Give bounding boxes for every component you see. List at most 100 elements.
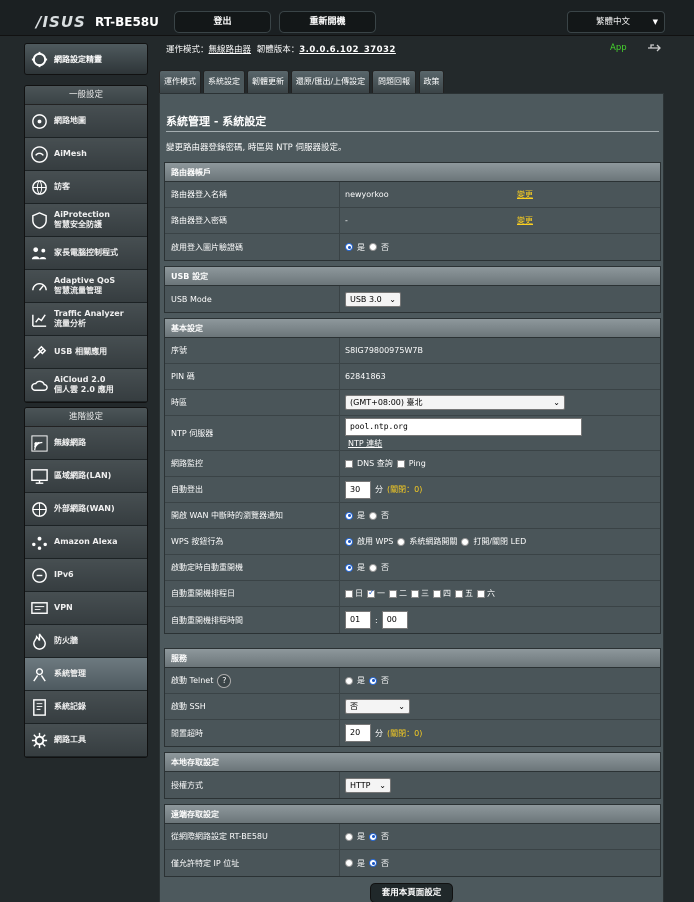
mode-link[interactable]: 無線路由器	[209, 45, 252, 55]
idle-timeout-input[interactable]: 20	[345, 724, 371, 742]
network-map-icon	[30, 112, 49, 131]
day-checkbox-fri[interactable]	[455, 589, 463, 598]
sidebar-item-vpn[interactable]: VPN	[25, 592, 147, 625]
sidebar-item-qos[interactable]: Adaptive QoS 智慧流量管理	[25, 270, 147, 303]
general-menu-heading: 一般設定	[25, 86, 147, 105]
sidebar-item-family[interactable]: 家長電腦控制程式	[25, 237, 147, 270]
captcha-yes-radio[interactable]	[345, 243, 353, 251]
ntp-server-input[interactable]: pool.ntp.org	[345, 417, 582, 436]
sidebar-item-wan[interactable]: 外部網路(WAN)	[25, 493, 147, 526]
ping-checkbox[interactable]	[396, 459, 405, 468]
wan-icon	[30, 500, 49, 519]
day-checkbox-wed[interactable]	[411, 589, 419, 598]
sidebar-item-ipv6[interactable]: IPv6	[25, 559, 147, 592]
captcha-no-radio[interactable]	[369, 243, 377, 251]
tab-operation-mode[interactable]: 運作模式	[159, 70, 201, 93]
reboot-button[interactable]: 重新開機	[279, 11, 376, 33]
label-line-1: 系統記錄	[54, 702, 86, 711]
sidebar-item-lan[interactable]: 區域網路(LAN)	[25, 460, 147, 493]
field-label: 自動登出	[171, 485, 203, 494]
specific-ip-no-radio[interactable]	[369, 859, 377, 867]
reboot-schedule-no-radio[interactable]	[369, 563, 377, 572]
firewall-icon	[30, 632, 49, 651]
sidebar-item-shield[interactable]: AiProtection 智慧安全防護	[25, 204, 147, 237]
ssh-select[interactable]: 否 ⌄	[345, 699, 410, 714]
day-checkbox-sun[interactable]	[345, 589, 353, 598]
day-checkbox-sat[interactable]	[477, 589, 485, 598]
sidebar-item-firewall[interactable]: 防火牆	[25, 625, 147, 658]
wps-enable-radio[interactable]	[345, 537, 353, 546]
telnet-yes-radio[interactable]	[345, 676, 353, 685]
time-separator: :	[375, 615, 378, 625]
day-checkbox-tue[interactable]	[389, 589, 397, 598]
wps-wifi-toggle-radio[interactable]	[397, 537, 406, 546]
tab-policy[interactable]: 政策	[419, 70, 444, 93]
sidebar-item-admin[interactable]: 系統管理	[25, 658, 147, 691]
specific-ip-yes-radio[interactable]	[345, 859, 353, 867]
firmware-link[interactable]: 3.0.0.6.102_37032	[299, 45, 396, 55]
sidebar-item-network-map[interactable]: 網路地圖	[25, 105, 147, 138]
wan-notify-no-radio[interactable]	[369, 511, 377, 520]
router-login-section: 路由器帳戶 路由器登入名稱 newyorkoo 變更 路由器登入密碼 - 變更 啟用…	[164, 162, 661, 261]
tab-feedback[interactable]: 問題回報	[372, 70, 416, 93]
hint-label: (關閉：0)	[387, 485, 423, 494]
change-password-link[interactable]: 變更	[517, 215, 533, 226]
auth-method-select[interactable]: HTTP ⌄	[345, 777, 391, 793]
select-value: USB 3.0	[350, 294, 382, 304]
reboot-time-row: 自動重開機排程時間 01:00	[165, 607, 660, 633]
sidebar-item-alexa[interactable]: Amazon Alexa	[25, 526, 147, 559]
help-icon[interactable]: ?	[217, 673, 232, 688]
day-checkbox-thu[interactable]	[433, 589, 441, 598]
sidebar-item-label: 外部網路(WAN)	[54, 493, 115, 525]
cloud-icon	[30, 376, 49, 395]
wan-access-yes-radio[interactable]	[345, 832, 353, 841]
field-label: 序號	[171, 346, 187, 355]
day-checkbox-mon[interactable]	[367, 588, 375, 598]
dns-query-checkbox[interactable]	[345, 459, 353, 468]
ssh-row: 啟動 SSH 否 ⌄	[165, 694, 660, 720]
app-link[interactable]: App	[610, 43, 627, 53]
usb-icon	[30, 343, 49, 362]
tab-restore[interactable]: 還原/匯出/上傳設定	[291, 70, 370, 93]
reboot-hour-input[interactable]: 01	[345, 611, 371, 629]
reboot-minute-input[interactable]: 00	[381, 611, 408, 629]
radio-label: 系統網路開關	[409, 537, 458, 546]
family-icon	[30, 244, 49, 263]
change-name-link[interactable]: 變更	[517, 189, 533, 200]
timezone-select[interactable]: (GMT+08:00) 臺北 ⌄	[345, 395, 565, 410]
tab-system[interactable]: 系統設定	[203, 70, 245, 93]
day-label: 四	[443, 589, 451, 598]
telnet-no-radio[interactable]	[369, 676, 377, 685]
wan-access-no-radio[interactable]	[369, 832, 377, 841]
reboot-schedule-yes-radio[interactable]	[345, 563, 353, 572]
auto-logout-input[interactable]: 30	[345, 480, 371, 499]
logout-button[interactable]: 登出	[174, 11, 271, 33]
sidebar-item-aimesh[interactable]: AiMesh	[25, 138, 147, 171]
sidebar-item-globe[interactable]: 訪客	[25, 171, 147, 204]
sidebar-item-tools[interactable]: 網路工具	[25, 724, 147, 757]
sidebar-item-wireless[interactable]: 無線網路	[25, 427, 147, 460]
sidebar-item-log[interactable]: 系統記錄	[25, 691, 147, 724]
usb-status-icon[interactable]	[647, 42, 663, 54]
tab-firmware[interactable]: 韌體更新	[247, 70, 289, 93]
label-line-1: 外部網路(WAN)	[54, 504, 115, 513]
sidebar-item-cloud[interactable]: AiCloud 2.0 個人雲 2.0 應用	[25, 369, 147, 402]
wan-notify-yes-radio[interactable]	[345, 511, 353, 520]
radio-label: 啟用 WPS	[357, 537, 394, 546]
radio-label: 是	[357, 858, 365, 868]
wps-led-radio[interactable]	[461, 537, 470, 546]
usb-mode-select[interactable]: USB 3.0 ⌄	[345, 291, 401, 307]
idle-timeout-row: 閒置超時 20 分 (關閉：0)	[165, 720, 660, 746]
alexa-icon	[30, 533, 49, 552]
apply-button[interactable]: 套用本頁面設定	[370, 883, 453, 902]
radio-label: 是	[357, 242, 365, 252]
chevron-down-icon: ⌄	[553, 398, 560, 407]
sidebar-item-analyzer[interactable]: Traffic Analyzer 流量分析	[25, 303, 147, 336]
sidebar-item-usb[interactable]: USB 相關應用	[25, 336, 147, 369]
basic-config-section: 基本設定 序號 S8IG79800975W7B PIN 碼 62841863 時…	[164, 318, 661, 634]
language-select[interactable]: 繁體中文 ▼	[567, 11, 665, 33]
ntp-link[interactable]: NTP 連結	[348, 438, 382, 449]
asus-logo[interactable]: /ISUS	[36, 13, 86, 31]
label-line-1: 訪客	[54, 182, 70, 191]
quick-setup-button[interactable]: 網路設定精靈	[24, 43, 148, 75]
